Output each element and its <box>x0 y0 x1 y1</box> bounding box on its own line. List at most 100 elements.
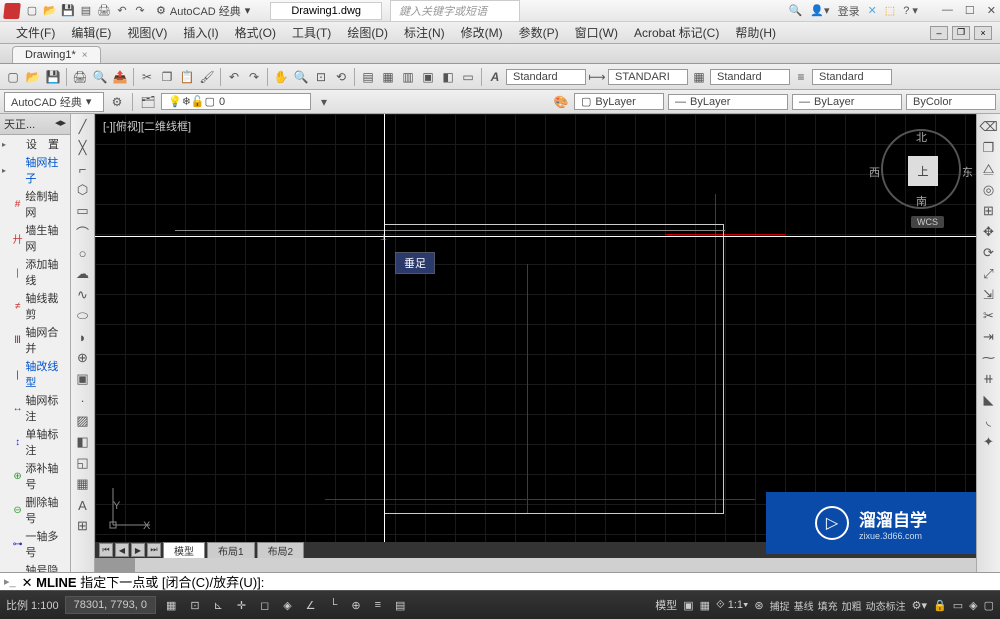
redo-icon[interactable]: ↷ <box>132 3 148 19</box>
menu-item[interactable]: Acrobat 标记(C) <box>626 22 727 43</box>
array-icon[interactable]: ⊞ <box>980 202 998 220</box>
viewport-label[interactable]: [-][俯视][二维线框] <box>103 118 191 134</box>
color-icon[interactable]: 🎨 <box>552 93 570 111</box>
menu-item[interactable]: 窗口(W) <box>567 22 626 43</box>
dim-style-combo[interactable]: STANDARI <box>608 69 688 85</box>
line-icon[interactable]: ╱ <box>74 118 92 136</box>
offset-icon[interactable]: ◎ <box>980 181 998 199</box>
ws-settings-icon[interactable]: ⚙ <box>108 93 126 111</box>
mlstyle-icon[interactable]: ≡ <box>792 68 810 86</box>
viewcube-north[interactable]: 北 <box>916 129 927 145</box>
panel-item[interactable]: ⊙轴号隐现 <box>0 561 70 572</box>
sb-otrack-icon[interactable]: ∠ <box>302 597 320 614</box>
sb-toggle[interactable]: 捕捉 <box>770 598 790 613</box>
sb-ws-icon[interactable]: ⚙▾ <box>912 599 927 612</box>
new-icon[interactable]: ▢ <box>24 3 40 19</box>
markup-icon[interactable]: ◧ <box>439 68 457 86</box>
panel-item[interactable]: ▸轴网柱子 <box>0 153 70 187</box>
close-tab-icon[interactable]: × <box>82 50 88 61</box>
sb-grid-icon[interactable]: ▦ <box>162 597 180 614</box>
zoom-icon[interactable]: 🔍 <box>292 68 310 86</box>
model-button[interactable]: 模型 <box>655 597 677 613</box>
addselect-icon[interactable]: ⊞ <box>74 517 92 535</box>
panel-title[interactable]: 天正...◂▸ <box>0 114 70 135</box>
menu-item[interactable]: 格式(O) <box>227 22 284 43</box>
sb-3dosnap-icon[interactable]: ◈ <box>279 597 295 614</box>
sheet-icon[interactable]: ▣ <box>419 68 437 86</box>
app-store-icon[interactable]: ⬚ <box>885 4 895 17</box>
horizontal-scrollbar[interactable] <box>95 558 976 572</box>
dcenter-icon[interactable]: ▦ <box>379 68 397 86</box>
viewcube-top[interactable]: 上 <box>908 156 938 186</box>
pline-icon[interactable]: ⌐ <box>74 160 92 178</box>
pan-icon[interactable]: ✋ <box>272 68 290 86</box>
sb-toggle[interactable]: 填充 <box>818 598 838 613</box>
wcs-badge[interactable]: WCS <box>911 216 944 228</box>
tab-next-icon[interactable]: ▶ <box>131 543 145 557</box>
block-icon[interactable]: ▣ <box>74 370 92 388</box>
panel-item[interactable]: 廾墙生轴网 <box>0 221 70 255</box>
menu-item[interactable]: 文件(F) <box>8 22 63 43</box>
rotate-icon[interactable]: ⟳ <box>980 244 998 262</box>
mirror-icon[interactable]: ⧋ <box>980 160 998 178</box>
sb-toggle[interactable]: 基线 <box>794 598 814 613</box>
copy-icon[interactable]: ❐ <box>158 68 176 86</box>
table-icon[interactable]: ▦ <box>74 475 92 493</box>
open-icon[interactable]: 📂 <box>42 3 58 19</box>
undo2-icon[interactable]: ↶ <box>225 68 243 86</box>
sb-snap-icon[interactable]: ⊡ <box>186 597 203 614</box>
extend-icon[interactable]: ⇥ <box>980 328 998 346</box>
xline-icon[interactable]: ╳ <box>74 139 92 157</box>
undo-icon[interactable]: ↶ <box>114 3 130 19</box>
linetype-combo[interactable]: — ByLayer <box>668 94 788 110</box>
panel-item[interactable]: ↕单轴标注 <box>0 425 70 459</box>
menu-item[interactable]: 帮助(H) <box>727 22 784 43</box>
sb-tpy-icon[interactable]: ▤ <box>391 597 409 614</box>
viewcube-east[interactable]: 东 <box>962 164 973 180</box>
coords-field[interactable]: 78301, 7793, 0 <box>65 596 156 614</box>
gradient-icon[interactable]: ◧ <box>74 433 92 451</box>
redo2-icon[interactable]: ↷ <box>245 68 263 86</box>
exchange-icon[interactable]: ✕ <box>868 4 877 17</box>
sb-lock-icon[interactable]: 🔒 <box>933 599 947 612</box>
close-button[interactable]: ✕ <box>987 4 996 17</box>
ellipsearc-icon[interactable]: ◗ <box>74 328 92 346</box>
sb-iso-icon[interactable]: ◈ <box>969 599 977 612</box>
sb-annovis-icon[interactable]: ⊛ <box>754 599 763 612</box>
panel-item[interactable]: ⊶一轴多号 <box>0 527 70 561</box>
sb-lwt-icon[interactable]: ≡ <box>371 597 385 613</box>
doc-close-button[interactable]: × <box>974 26 992 40</box>
menu-item[interactable]: 修改(M) <box>453 22 511 43</box>
sb-layouts-icon[interactable]: ▦ <box>700 599 710 612</box>
sb-annoscale-icon[interactable]: ⟐ 1:1▾ <box>716 599 748 612</box>
sb-clean-icon[interactable]: ▢ <box>984 599 994 612</box>
print-icon[interactable]: 🖨 <box>96 3 112 19</box>
menu-item[interactable]: 标注(N) <box>396 22 453 43</box>
zoomprev-icon[interactable]: ⟲ <box>332 68 350 86</box>
drawing-canvas[interactable]: [-][俯视][二维线框] ⊥ 垂足 Y X 北 南 东 西 上 WCS ⏮ <box>95 114 976 572</box>
menu-item[interactable]: 绘图(D) <box>339 22 396 43</box>
hatch-icon[interactable]: ▨ <box>74 412 92 430</box>
explode-icon[interactable]: ✦ <box>980 433 998 451</box>
region-icon[interactable]: ◱ <box>74 454 92 472</box>
layer-props-icon[interactable]: 🗂 <box>139 93 157 111</box>
workspace-combo[interactable]: AutoCAD 经典 ▾ <box>4 92 104 112</box>
scale-label[interactable]: 比例 1:100 <box>6 597 59 613</box>
save-icon[interactable]: 💾 <box>60 3 76 19</box>
viewcube-south[interactable]: 南 <box>916 193 927 209</box>
stretch-icon[interactable]: ⇲ <box>980 286 998 304</box>
save-file-icon[interactable]: 💾 <box>44 68 62 86</box>
layer-state-icon[interactable]: ▾ <box>315 93 333 111</box>
preview-icon[interactable]: 🔍 <box>91 68 109 86</box>
sb-toggle[interactable]: 动态标注 <box>866 598 906 613</box>
prop-icon[interactable]: ▤ <box>359 68 377 86</box>
sb-dyn-icon[interactable]: ⊕ <box>347 597 364 614</box>
textstyle-icon[interactable]: A <box>486 68 504 86</box>
model-tab[interactable]: 模型 <box>163 542 205 559</box>
panel-item[interactable]: ⊕添补轴号 <box>0 459 70 493</box>
menu-item[interactable]: 编辑(E) <box>63 22 119 43</box>
layer-combo[interactable]: 💡❄🔓▢ 0 <box>161 93 311 110</box>
cut-icon[interactable]: ✂ <box>138 68 156 86</box>
sb-hw-icon[interactable]: ▭ <box>953 599 963 612</box>
table-style-combo[interactable]: Standard <box>710 69 790 85</box>
